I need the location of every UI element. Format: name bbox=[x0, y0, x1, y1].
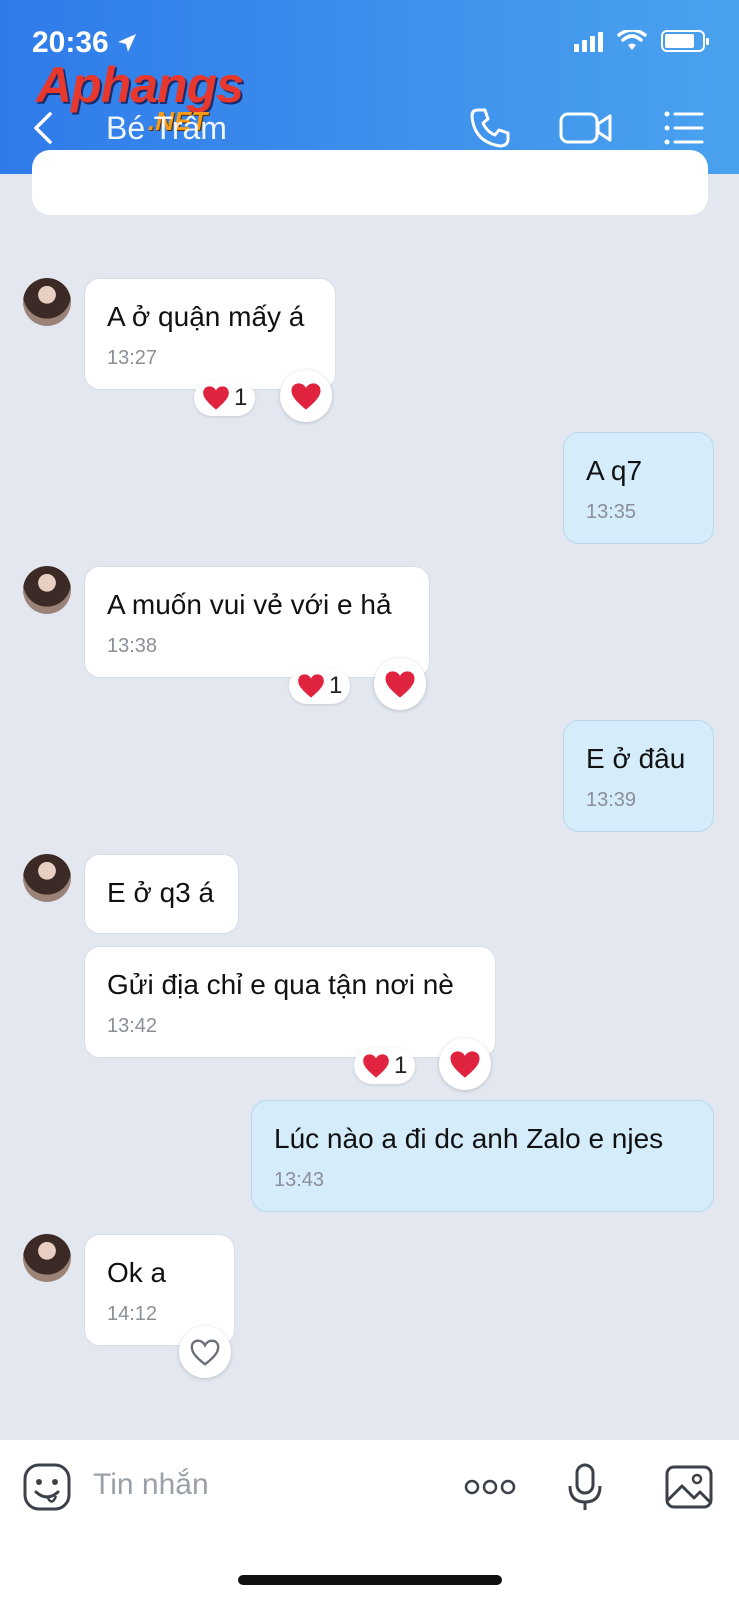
heart-icon bbox=[298, 674, 324, 698]
message-text: E ở đâu bbox=[586, 743, 686, 774]
previous-message-card bbox=[32, 150, 708, 215]
reaction-summary[interactable]: 1 bbox=[289, 668, 351, 704]
contact-avatar[interactable] bbox=[23, 566, 71, 614]
message-input[interactable]: Tin nhắn bbox=[93, 1468, 209, 1502]
reaction-count: 1 bbox=[234, 384, 248, 411]
heart-icon bbox=[203, 386, 229, 410]
image-gallery-icon[interactable] bbox=[664, 1462, 714, 1512]
message-text: E ở q3 á bbox=[107, 877, 215, 908]
message-time: 13:27 bbox=[107, 347, 158, 369]
reaction-count: 1 bbox=[394, 1052, 408, 1079]
back-arrow-icon[interactable] bbox=[26, 108, 66, 148]
video-call-icon[interactable] bbox=[558, 104, 614, 152]
message-time: 13:35 bbox=[586, 501, 637, 523]
react-heart-button[interactable] bbox=[280, 370, 332, 422]
contact-avatar[interactable] bbox=[23, 854, 71, 902]
sticker-emoji-icon[interactable] bbox=[22, 1462, 72, 1512]
battery-icon bbox=[661, 30, 709, 52]
watermark-logo: Aphangs bbox=[36, 57, 244, 113]
react-heart-button[interactable] bbox=[439, 1038, 491, 1090]
outgoing-message[interactable]: E ở đâu 13:39 bbox=[563, 720, 714, 832]
contact-avatar[interactable] bbox=[23, 1234, 71, 1282]
outgoing-message[interactable]: A q7 13:35 bbox=[563, 432, 714, 544]
incoming-message[interactable]: E ở q3 á bbox=[84, 854, 239, 934]
contact-name[interactable]: Bé Trâm bbox=[106, 110, 227, 147]
more-options-icon[interactable] bbox=[462, 1462, 518, 1512]
message-text: A ở quận mấy á bbox=[107, 301, 305, 332]
home-indicator[interactable] bbox=[238, 1575, 502, 1585]
react-heart-button[interactable] bbox=[374, 658, 426, 710]
chat-header: 20:36 Aphangs .NET Bé Trâm bbox=[0, 0, 739, 174]
incoming-message[interactable]: A muốn vui vẻ với e hả 13:38 bbox=[84, 566, 430, 678]
message-time: 14:12 bbox=[107, 1303, 158, 1325]
location-arrow-icon bbox=[117, 34, 136, 52]
wifi-icon bbox=[617, 30, 647, 50]
heart-icon bbox=[363, 1054, 389, 1078]
cellular-signal-icon bbox=[574, 30, 603, 52]
outgoing-message[interactable]: Lúc nào a đi dc anh Zalo e njes 13:43 bbox=[251, 1100, 714, 1212]
reaction-summary[interactable]: 1 bbox=[354, 1048, 416, 1084]
message-time: 13:42 bbox=[107, 1015, 158, 1037]
clock-text: 20:36 bbox=[32, 26, 109, 59]
microphone-icon[interactable] bbox=[560, 1462, 610, 1512]
status-indicators bbox=[574, 30, 709, 52]
react-heart-button[interactable] bbox=[179, 1326, 231, 1378]
incoming-message[interactable]: Gửi địa chỉ e qua tận nơi nè 13:42 bbox=[84, 946, 496, 1058]
message-text: Gửi địa chỉ e qua tận nơi nè bbox=[107, 969, 454, 1000]
message-text: A q7 bbox=[586, 455, 643, 486]
heart-icon bbox=[385, 670, 415, 698]
status-bar-time: 20:36 bbox=[32, 26, 139, 60]
message-time: 13:43 bbox=[274, 1169, 325, 1191]
contact-avatar[interactable] bbox=[23, 278, 71, 326]
message-text: Lúc nào a đi dc anh Zalo e njes bbox=[274, 1123, 664, 1154]
reaction-count: 1 bbox=[329, 672, 343, 699]
message-text: Ok a bbox=[107, 1257, 167, 1288]
menu-list-icon[interactable] bbox=[660, 104, 708, 152]
message-time: 13:39 bbox=[586, 789, 637, 811]
message-time: 13:38 bbox=[107, 635, 158, 657]
message-text: A muốn vui vẻ với e hả bbox=[107, 589, 392, 620]
heart-icon bbox=[291, 382, 321, 410]
heart-icon bbox=[450, 1050, 480, 1078]
heart-outline-icon bbox=[190, 1338, 220, 1366]
reaction-summary[interactable]: 1 bbox=[194, 380, 256, 416]
phone-call-icon[interactable] bbox=[466, 104, 514, 152]
